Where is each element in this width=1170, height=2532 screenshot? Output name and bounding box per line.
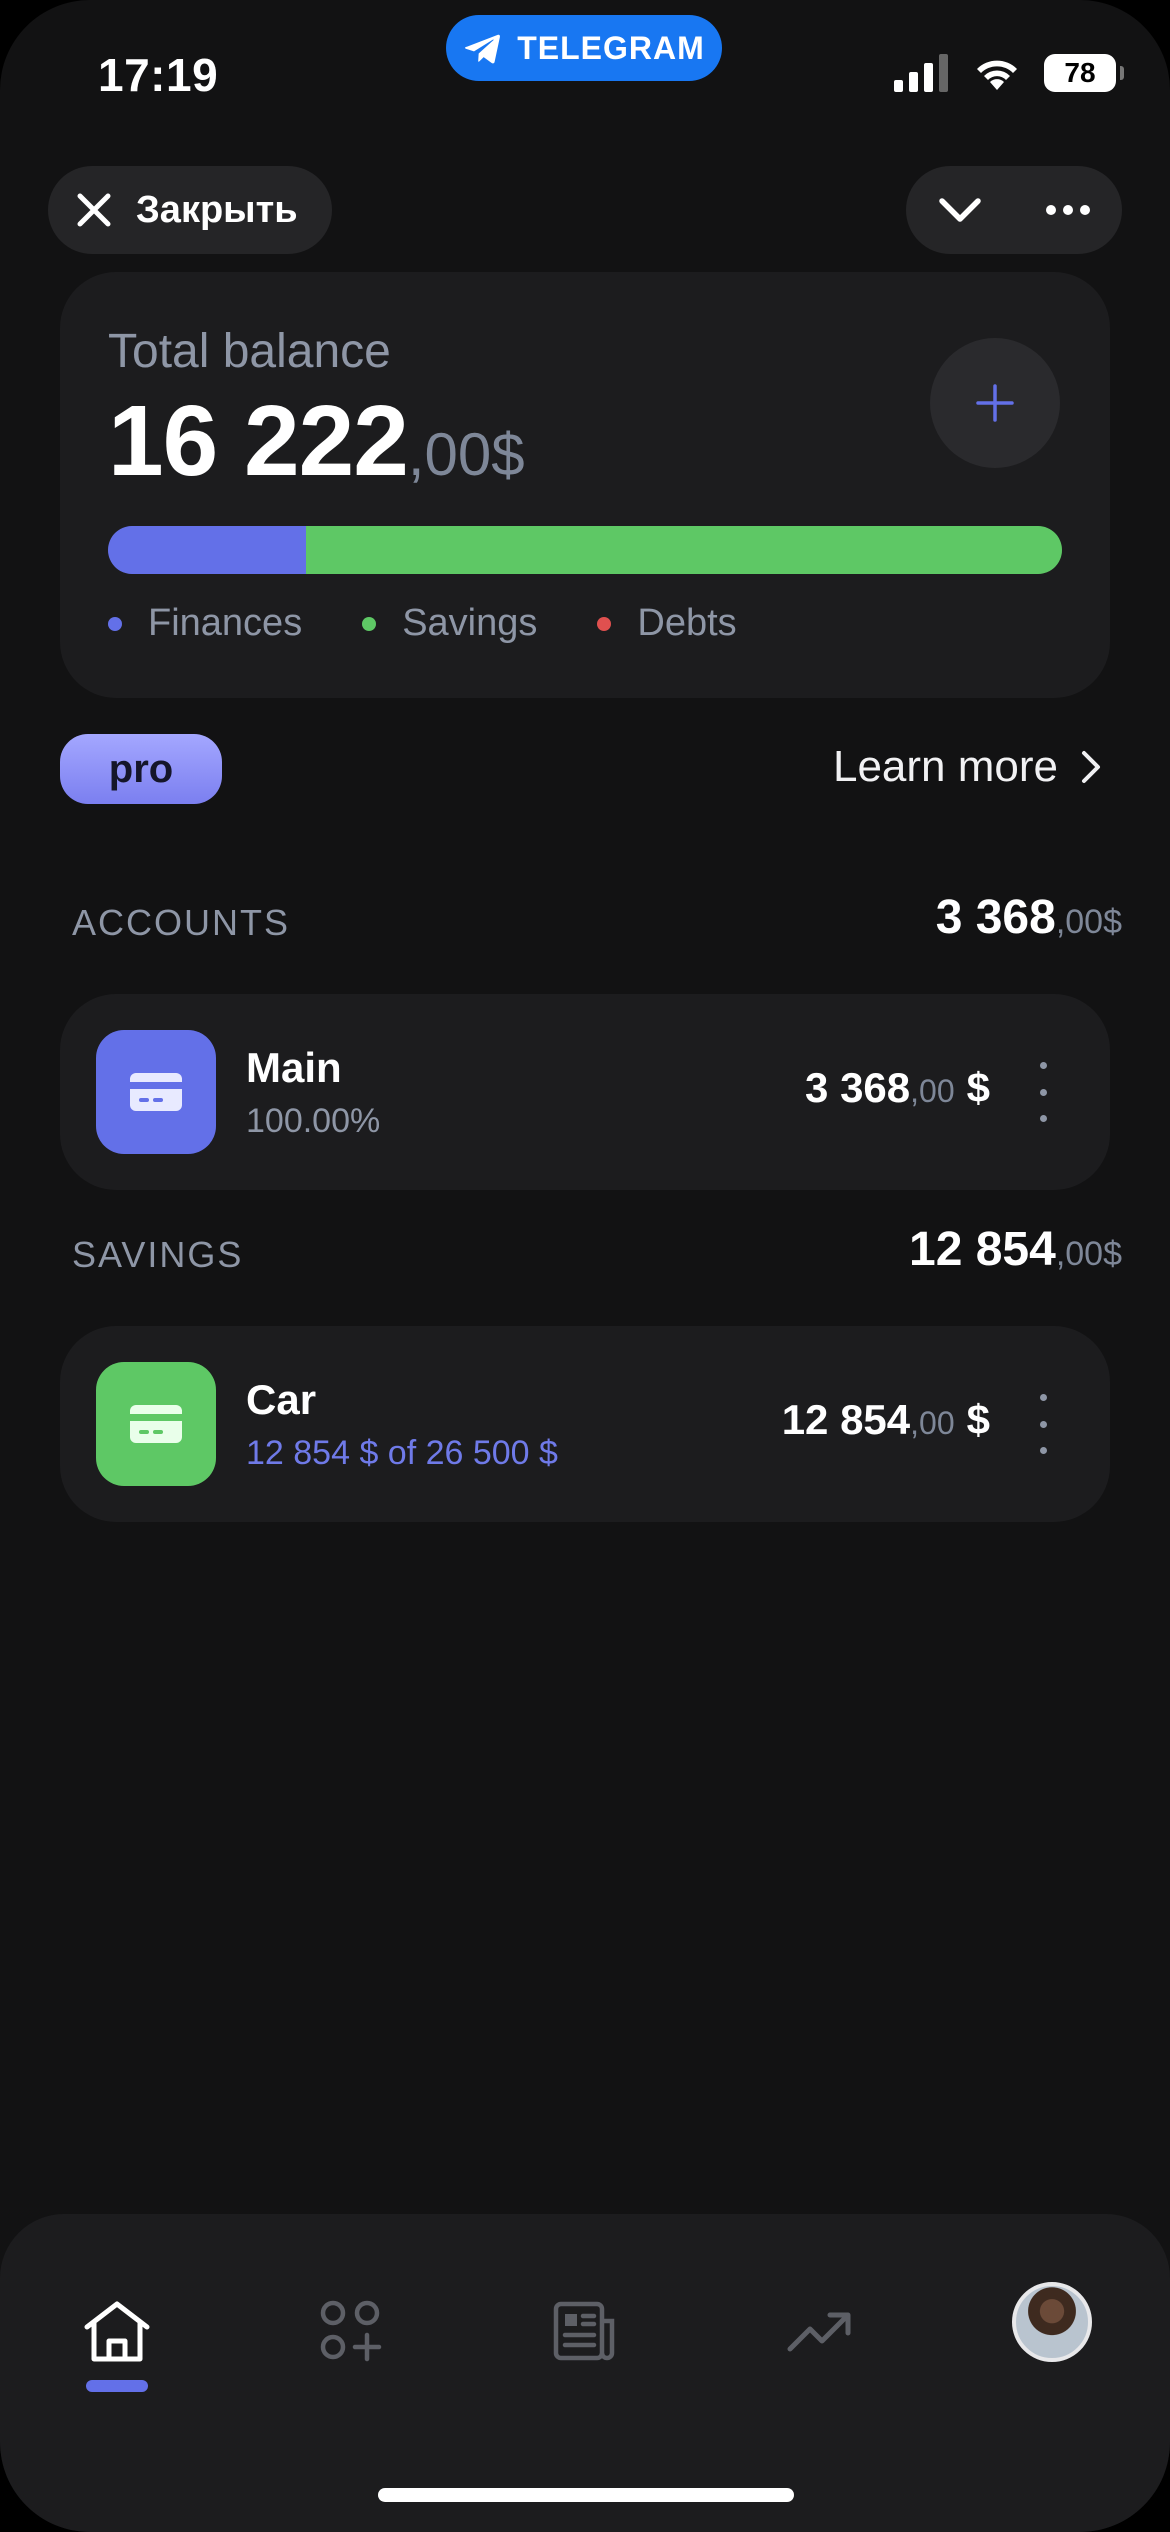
- account-card-main[interactable]: Main 100.00% 3 368 ,00 $: [60, 994, 1110, 1190]
- legend-savings: Savings: [362, 602, 537, 645]
- more-vertical-icon[interactable]: [1038, 1394, 1048, 1454]
- balance-title: Total balance: [108, 325, 391, 378]
- close-icon: [77, 193, 111, 227]
- chevron-right-icon: [1082, 751, 1100, 783]
- cellular-signal-icon: [894, 54, 948, 92]
- debts-dot: [597, 616, 612, 631]
- savings-dot: [362, 616, 377, 631]
- learn-more-label: Learn more: [832, 742, 1058, 791]
- chevron-down-icon[interactable]: [934, 184, 986, 236]
- card-icon: [96, 1362, 216, 1486]
- status-indicators: 78: [894, 54, 1124, 92]
- legend-savings-label: Savings: [402, 602, 538, 644]
- savings-progress-text: 12 854 $ of 26 500 $: [246, 1434, 558, 1472]
- nav-news[interactable]: [540, 2286, 630, 2376]
- trending-up-icon: [787, 2312, 851, 2352]
- status-time: 17:19: [98, 49, 219, 101]
- accounts-total-decimal: ,00$: [1055, 903, 1122, 941]
- legend-finances-label: Finances: [148, 602, 303, 644]
- account-amount: 3 368 ,00 $: [805, 1064, 990, 1112]
- app-screen: 17:19 TELEGRAM 78 Закрыть Total balance …: [0, 0, 1170, 2532]
- legend-finances: Finances: [108, 602, 302, 645]
- bottom-nav: [0, 2214, 1170, 2532]
- savings-amount: 12 854 ,00 $: [782, 1396, 990, 1444]
- nav-analytics[interactable]: [774, 2286, 864, 2376]
- telegram-pill[interactable]: TELEGRAM: [446, 15, 722, 81]
- account-name: Main: [246, 1044, 342, 1091]
- legend-debts-label: Debts: [637, 602, 737, 644]
- balance-amount: 16 222 ,00$: [108, 384, 525, 499]
- savings-amount-currency: $: [966, 1396, 990, 1443]
- balance-distribution-bar: [108, 526, 1062, 574]
- savings-name: Car: [246, 1376, 317, 1423]
- legend-debts: Debts: [597, 602, 737, 645]
- nav-home[interactable]: [72, 2286, 162, 2376]
- top-actions: [906, 166, 1122, 254]
- account-amount-currency: $: [966, 1064, 990, 1111]
- apps-add-icon: [320, 2300, 382, 2362]
- accounts-total-integer: 3 368: [935, 891, 1056, 944]
- home-indicator: [378, 2488, 794, 2502]
- more-vertical-icon[interactable]: [1038, 1062, 1048, 1122]
- close-button[interactable]: Закрыть: [48, 166, 332, 254]
- add-button[interactable]: [930, 338, 1060, 468]
- balance-decimal: ,00$: [407, 421, 525, 488]
- savings-section-label: SAVINGS: [72, 1234, 244, 1275]
- balance-card: Total balance 16 222 ,00$ Finances Savin…: [60, 272, 1110, 698]
- savings-total: 12 854 ,00$: [909, 1222, 1122, 1277]
- savings-amount-decimal: ,00: [910, 1405, 955, 1441]
- pro-badge[interactable]: pro: [60, 734, 222, 804]
- close-label: Закрыть: [136, 188, 298, 231]
- finances-segment: [108, 526, 307, 574]
- savings-total-integer: 12 854: [909, 1223, 1056, 1276]
- accounts-total: 3 368 ,00$: [936, 890, 1122, 945]
- profile-avatar[interactable]: [1012, 2282, 1092, 2362]
- finances-dot: [108, 616, 122, 631]
- savings-card-car[interactable]: Car 12 854 $ of 26 500 $ 12 854 ,00 $: [60, 1326, 1110, 1522]
- learn-more-link[interactable]: Learn more: [833, 742, 1104, 792]
- account-amount-decimal: ,00: [910, 1073, 955, 1109]
- savings-total-decimal: ,00$: [1055, 1235, 1122, 1273]
- nav-apps[interactable]: [306, 2286, 396, 2376]
- telegram-icon: [465, 34, 501, 64]
- savings-amount-integer: 12 854: [781, 1396, 911, 1443]
- card-icon: [96, 1030, 216, 1154]
- telegram-label: TELEGRAM: [517, 29, 705, 66]
- news-icon: [553, 2301, 615, 2361]
- account-amount-integer: 3 368: [805, 1064, 911, 1111]
- more-horizontal-icon[interactable]: [1042, 184, 1094, 236]
- active-tab-indicator: [86, 2380, 148, 2392]
- accounts-section-label: ACCOUNTS: [72, 902, 291, 943]
- plus-icon: [976, 384, 1014, 422]
- battery-indicator: 78: [1044, 54, 1124, 92]
- account-share: 100.00%: [246, 1102, 381, 1140]
- home-icon: [84, 2301, 150, 2362]
- balance-integer: 16 222: [108, 385, 409, 497]
- savings-segment: [306, 526, 1062, 574]
- wifi-icon: [977, 60, 1017, 90]
- balance-legend: Finances Savings Debts: [108, 602, 737, 645]
